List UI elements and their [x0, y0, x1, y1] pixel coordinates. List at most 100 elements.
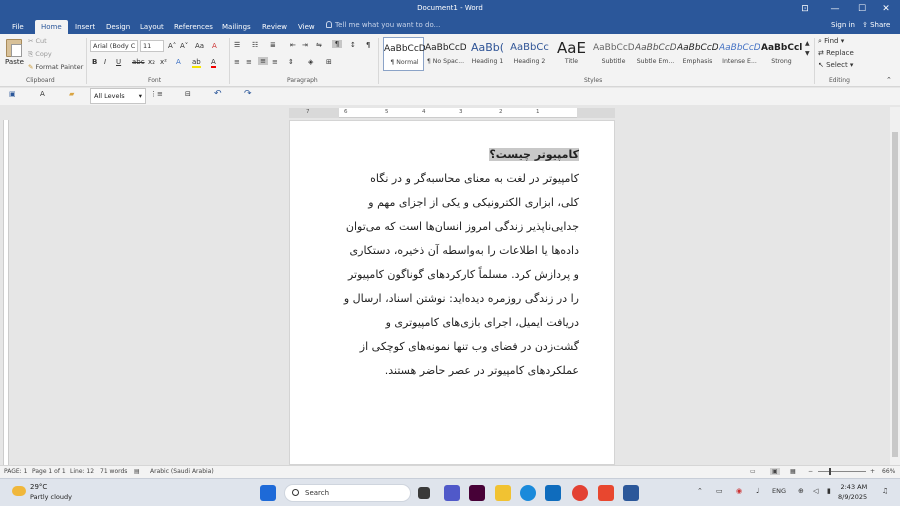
decrease-indent-icon[interactable]: ⇤ — [290, 41, 296, 49]
styles-scroll-down-icon[interactable]: ▼ — [805, 50, 810, 57]
font-color-button[interactable]: A — [211, 58, 216, 68]
read-mode-icon[interactable]: ▭ — [750, 468, 756, 475]
sort-icon[interactable]: ¶ — [332, 40, 342, 48]
highlight-button[interactable]: ab — [192, 58, 201, 68]
style-subtitle[interactable]: AaBbCcD Subtitle — [593, 37, 634, 71]
dreamweaver-icon[interactable] — [469, 485, 485, 501]
tell-me-box[interactable]: Tell me what you want to do... — [326, 21, 440, 29]
bullets-icon[interactable]: ☰ — [234, 41, 240, 49]
cut-button[interactable]: ✂ Cut — [28, 37, 47, 45]
tab-view[interactable]: View — [292, 20, 321, 34]
paste-button-label[interactable]: Paste — [5, 58, 24, 66]
tab-review[interactable]: Review — [256, 20, 293, 34]
format-painter-button[interactable]: ✎ Format Painter — [28, 63, 83, 71]
style-subtle-emphasis[interactable]: AaBbCcD Subtle Em... — [635, 37, 676, 71]
show-marks-button[interactable]: ¶ — [366, 41, 370, 49]
wps-icon[interactable] — [598, 485, 614, 501]
underline-button[interactable]: U — [116, 58, 121, 66]
page-break-icon[interactable]: ⊟ — [185, 90, 191, 98]
network-icon[interactable]: ⊕ — [798, 487, 804, 495]
styles-scroll-up-icon[interactable]: ▲ — [805, 40, 810, 47]
open-folder-icon[interactable]: ▰ — [69, 90, 74, 98]
notification-bell-icon[interactable]: ♫ — [882, 487, 888, 495]
chevron-up-icon[interactable]: ⌃ — [697, 487, 703, 495]
scrollbar-thumb[interactable] — [892, 132, 898, 457]
language-icon[interactable]: ENG — [772, 487, 786, 495]
horizontal-ruler[interactable]: 7 6 5 4 3 2 1 — [289, 108, 615, 118]
word-count[interactable]: 71 words — [100, 468, 127, 475]
style-strong[interactable]: AaBbCcl Strong — [761, 37, 802, 71]
display-icon[interactable]: ▭ — [716, 487, 723, 495]
subscript-button[interactable]: x₂ — [148, 58, 155, 66]
outline-level-dropdown[interactable]: All Levels ▾ — [90, 88, 146, 104]
edge-icon[interactable] — [520, 485, 536, 501]
change-case-button[interactable]: Aa — [195, 42, 204, 50]
web-layout-icon[interactable]: ▦ — [790, 468, 796, 475]
taskbar-search[interactable]: Search — [284, 484, 411, 502]
tab-layout[interactable]: Layout — [134, 20, 170, 34]
page-count[interactable]: Page 1 of 1 — [32, 468, 66, 475]
proofing-icon[interactable]: ▤ — [134, 468, 140, 475]
zoom-slider[interactable] — [818, 471, 866, 472]
zoom-in-icon[interactable]: + — [870, 468, 875, 475]
replace-button[interactable]: ⇄ Replace — [818, 49, 854, 57]
numbering-icon[interactable]: ☷ — [252, 41, 258, 49]
page-indicator[interactable]: PAGE: 1 — [4, 468, 27, 475]
style-intense-emphasis[interactable]: AaBbCcD Intense E... — [719, 37, 760, 71]
tab-references[interactable]: References — [168, 20, 219, 34]
teams-icon[interactable] — [444, 485, 460, 501]
font-size-box[interactable]: 11 — [140, 40, 164, 52]
zoom-level[interactable]: 66% — [882, 468, 895, 475]
security-icon[interactable]: ◉ — [736, 487, 742, 495]
tab-home[interactable]: Home — [35, 20, 68, 34]
word-taskbar-icon[interactable] — [623, 485, 639, 501]
style-heading-1[interactable]: AaBb(Heading 1 — [467, 37, 508, 71]
document-heading[interactable]: کامپیوتر چیست؟ — [340, 143, 579, 167]
style-heading-2[interactable]: AaBbCc Heading 2 — [509, 37, 550, 71]
document-body[interactable]: کامپیوتر چیست؟ کامپیوتر در لغت به معنای … — [340, 143, 579, 383]
select-button[interactable]: ↖ Select ▾ — [818, 61, 853, 69]
vertical-scrollbar[interactable] — [890, 107, 900, 465]
tab-mailings[interactable]: Mailings — [216, 20, 257, 34]
multilevel-list-icon[interactable]: ≣ — [270, 41, 276, 49]
tab-file[interactable]: File — [6, 20, 30, 34]
style-normal[interactable]: AaBbCcD ¶ Normal — [383, 37, 425, 71]
align-right-icon[interactable]: ≡ — [258, 57, 268, 65]
sort-az-icon[interactable]: ↕ — [350, 41, 356, 49]
chrome-icon[interactable] — [572, 485, 588, 501]
ribbon-display-options-button[interactable]: ⊡ — [792, 2, 818, 16]
save-icon[interactable]: ▣ — [9, 90, 16, 98]
font-name-box[interactable]: Arial (Body C — [90, 40, 138, 52]
restore-button[interactable]: ☐ — [849, 2, 875, 16]
rtl-icon[interactable]: ⇋ — [316, 41, 322, 49]
start-windows-icon[interactable] — [260, 485, 276, 501]
language-indicator[interactable]: Arabic (Saudi Arabia) — [150, 468, 214, 475]
file-explorer-icon[interactable] — [495, 485, 511, 501]
style-title[interactable]: AaE Title — [551, 37, 592, 71]
paste-icon[interactable] — [6, 39, 22, 57]
superscript-button[interactable]: x² — [160, 58, 167, 66]
bold-button[interactable]: B — [92, 58, 97, 66]
zoom-slider-thumb[interactable] — [829, 468, 831, 475]
align-left-icon[interactable]: ≡ — [234, 58, 240, 66]
font-icon[interactable]: A — [40, 90, 45, 98]
collapse-ribbon-icon[interactable]: ⌃ — [886, 76, 892, 84]
grow-font-button[interactable]: A˄ — [168, 42, 176, 50]
close-button[interactable]: ✕ — [873, 2, 899, 16]
microsoft-store-icon[interactable] — [545, 485, 561, 501]
line-indicator[interactable]: Line: 12 — [70, 468, 94, 475]
line-spacing-icon[interactable]: ⇕ — [288, 58, 294, 66]
style-emphasis[interactable]: AaBbCcD Emphasis — [677, 37, 718, 71]
text-effects-button[interactable]: A — [176, 58, 181, 66]
shading-icon[interactable]: ◈ — [308, 58, 313, 66]
strikethrough-button[interactable]: abc — [132, 58, 145, 66]
italic-button[interactable]: I — [104, 58, 106, 66]
find-button[interactable]: ⌕ Find ▾ — [818, 37, 844, 46]
list-icon[interactable]: ⋮≡ — [150, 90, 163, 98]
task-view-icon[interactable] — [418, 487, 430, 499]
redo-icon[interactable]: ↷ — [244, 89, 252, 99]
sign-in-link[interactable]: Sign in — [831, 21, 855, 29]
style-no-spacing[interactable]: AaBbCcD ¶ No Spac... — [425, 37, 466, 71]
justify-icon[interactable]: ≡ — [272, 58, 278, 66]
clear-formatting-button[interactable]: A — [212, 42, 217, 50]
